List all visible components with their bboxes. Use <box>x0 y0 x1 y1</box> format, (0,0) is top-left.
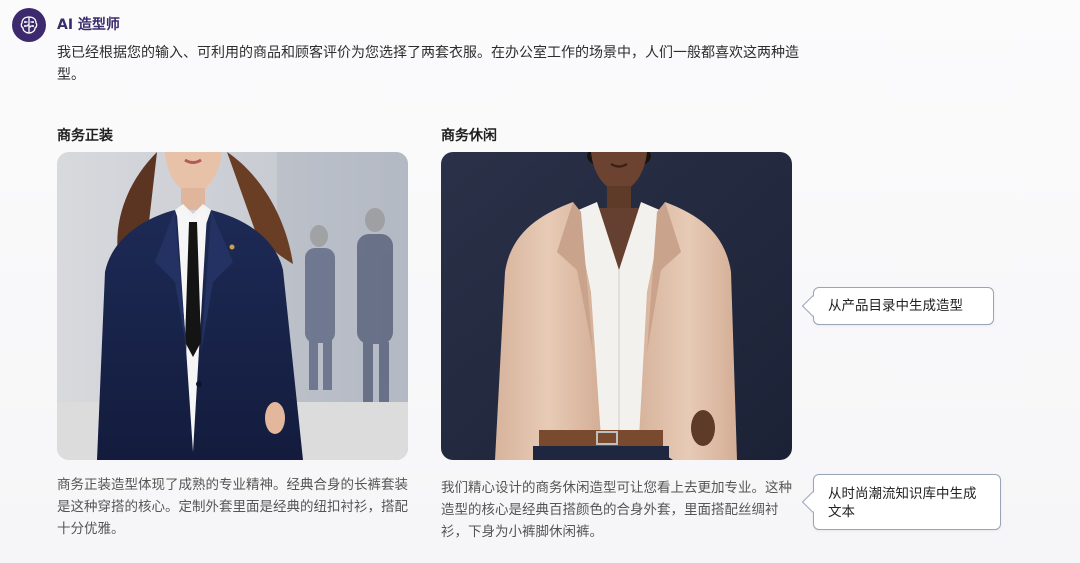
look-title-formal: 商务正装 <box>57 128 113 144</box>
business-casual-photo[interactable] <box>441 152 792 460</box>
brain-icon <box>20 16 38 34</box>
look-title-casual: 商务休闲 <box>441 128 497 144</box>
business-formal-photo[interactable] <box>57 152 408 460</box>
callout-text-source: 从时尚潮流知识库中生成文本 <box>813 474 1001 530</box>
callout-image-source: 从产品目录中生成造型 <box>813 287 994 325</box>
intro-message: 我已经根据您的输入、可利用的商品和顾客评价为您选择了两套衣服。在办公室工作的场景… <box>57 45 799 83</box>
assistant-name: AI 造型师 <box>57 17 120 33</box>
avatar <box>12 8 46 42</box>
look-description-formal: 商务正装造型体现了成熟的专业精神。经典合身的长裤套装是这种穿搭的核心。定制外套里… <box>57 477 408 537</box>
look-description-casual: 我们精心设计的商务休闲造型可让您看上去更加专业。这种造型的核心是经典百搭颜色的合… <box>441 480 792 540</box>
